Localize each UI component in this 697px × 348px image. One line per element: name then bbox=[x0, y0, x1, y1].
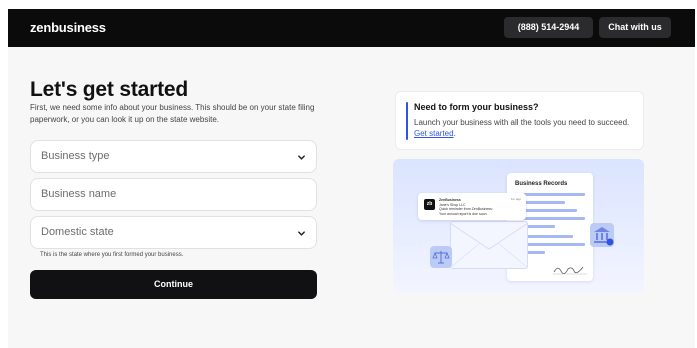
records-title: Business Records bbox=[515, 181, 568, 187]
notif-line-1: Quick reminder from ZenBusiness: bbox=[439, 207, 493, 211]
page-subtitle: First, we need some info about your busi… bbox=[30, 103, 315, 124]
get-started-link[interactable]: Get started bbox=[414, 129, 454, 138]
zenbusiness-app-icon: zb bbox=[424, 199, 435, 210]
envelope-icon bbox=[450, 221, 528, 269]
page-title: Let's get started bbox=[30, 78, 188, 101]
bank-icon bbox=[590, 223, 614, 247]
chevron-down-icon bbox=[298, 231, 305, 236]
business-name-input[interactable]: Business name bbox=[30, 178, 317, 211]
continue-button[interactable]: Continue bbox=[30, 270, 317, 299]
notif-line-2: Your annual report is due soon. bbox=[439, 211, 488, 216]
notif-time: 1m ago bbox=[510, 197, 521, 201]
domestic-state-select[interactable]: Domestic state bbox=[30, 216, 317, 249]
top-navbar: zenbusiness (888) 514-2944 Chat with us bbox=[8, 9, 695, 47]
business-type-select[interactable]: Business type bbox=[30, 140, 317, 173]
accent-bar bbox=[406, 102, 408, 140]
chat-button[interactable]: Chat with us bbox=[599, 17, 671, 38]
info-card-body: Launch your business with all the tools … bbox=[414, 117, 639, 139]
chevron-down-icon bbox=[298, 155, 305, 160]
reminder-notification: zb ZenBusiness Jane's Shop LLC Quick rem… bbox=[418, 193, 526, 220]
notif-company: Jane's Shop LLC bbox=[439, 202, 466, 207]
scales-icon bbox=[430, 246, 452, 268]
business-records-illustration: Business Records zb ZenBusiness Jane's S… bbox=[393, 159, 644, 293]
business-name-placeholder: Business name bbox=[41, 188, 117, 200]
info-card-period: . bbox=[453, 129, 456, 138]
domestic-state-placeholder: Domestic state bbox=[41, 226, 114, 238]
app-frame: zenbusiness (888) 514-2944 Chat with us … bbox=[8, 9, 695, 348]
notif-sender: ZenBusiness bbox=[439, 198, 461, 202]
info-card-heading: Need to form your business? bbox=[414, 102, 539, 112]
info-card-text: Launch your business with all the tools … bbox=[414, 118, 630, 127]
state-hint: This is the state where you first formed… bbox=[40, 252, 184, 258]
zenbusiness-logo[interactable]: zenbusiness bbox=[30, 20, 106, 35]
business-type-placeholder: Business type bbox=[41, 150, 110, 162]
phone-button[interactable]: (888) 514-2944 bbox=[504, 17, 593, 38]
signature-icon bbox=[553, 266, 587, 275]
form-business-card: Need to form your business? Launch your … bbox=[395, 91, 644, 150]
